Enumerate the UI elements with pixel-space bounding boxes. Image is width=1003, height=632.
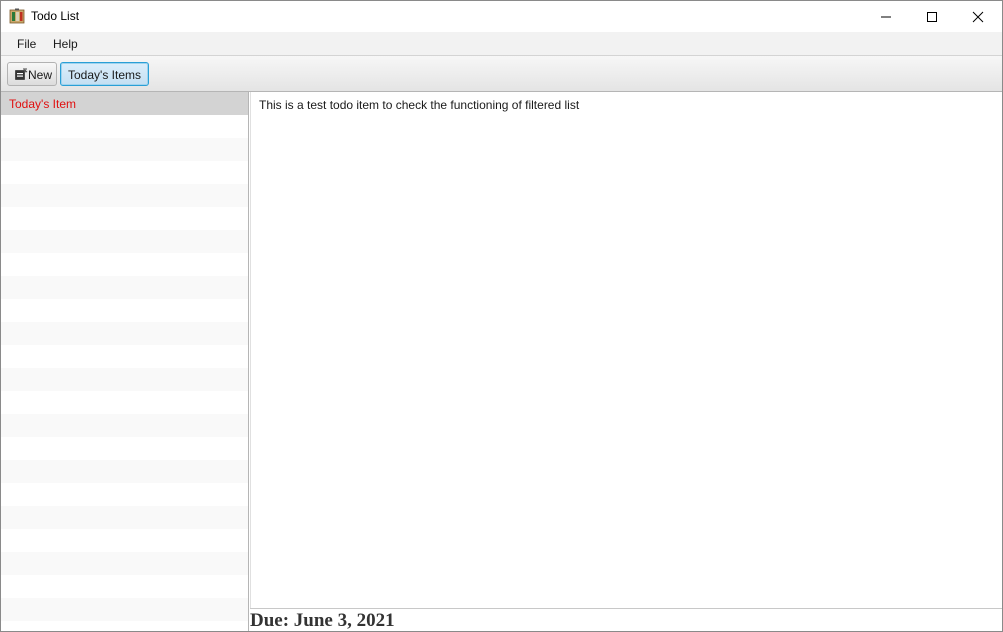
title-bar[interactable]: Todo List: [1, 1, 1002, 32]
todo-list[interactable]: Today's Item: [1, 92, 249, 631]
new-button[interactable]: New: [7, 62, 57, 86]
new-button-label: New: [28, 68, 53, 82]
toolbar: New Today's Items: [1, 56, 1002, 92]
empty-list-row: [1, 598, 248, 621]
due-date-bar: Due: June 3, 2021: [250, 609, 1002, 631]
empty-list-row: [1, 253, 248, 276]
empty-list-row: [1, 184, 248, 207]
minimize-icon: [881, 16, 891, 18]
close-icon: [972, 11, 984, 23]
minimize-button[interactable]: [863, 1, 909, 32]
empty-list-row: [1, 437, 248, 460]
empty-list-row: [1, 299, 248, 322]
new-item-icon: [15, 68, 28, 80]
empty-list-row: [1, 460, 248, 483]
empty-list-row: [1, 552, 248, 575]
empty-list-row: [1, 483, 248, 506]
empty-list-row: [1, 115, 248, 138]
menu-file[interactable]: File: [17, 37, 36, 51]
todays-items-label: Today's Items: [68, 68, 141, 82]
empty-list-row: [1, 276, 248, 299]
empty-list-row: [1, 391, 248, 414]
empty-list-row: [1, 368, 248, 391]
empty-list-row: [1, 138, 248, 161]
empty-list-row: [1, 414, 248, 437]
window-title: Todo List: [31, 9, 80, 23]
empty-list-row: [1, 529, 248, 552]
item-description: This is a test todo item to check the fu…: [259, 98, 580, 112]
empty-list-row: [1, 161, 248, 184]
menu-bar: File Help: [1, 32, 1002, 56]
notebook-icon: [9, 8, 25, 24]
empty-list-row: [1, 506, 248, 529]
empty-list-row: [1, 621, 248, 631]
empty-list-row: [1, 575, 248, 598]
list-item[interactable]: Today's Item: [1, 92, 248, 115]
close-button[interactable]: [955, 1, 1001, 32]
list-item-label: Today's Item: [9, 97, 76, 111]
empty-list-row: [1, 230, 248, 253]
maximize-button[interactable]: [909, 1, 955, 32]
todays-items-toggle[interactable]: Today's Items: [60, 62, 149, 86]
menu-help[interactable]: Help: [53, 37, 78, 51]
empty-list-row: [1, 322, 248, 345]
empty-list-row: [1, 345, 248, 368]
due-date-label: Due: June 3, 2021: [250, 610, 395, 631]
item-details-textarea[interactable]: This is a test todo item to check the fu…: [250, 92, 1002, 608]
app-window: Todo List File Help New Today's Items To…: [0, 0, 1003, 632]
maximize-icon: [927, 12, 937, 22]
empty-list-row: [1, 207, 248, 230]
